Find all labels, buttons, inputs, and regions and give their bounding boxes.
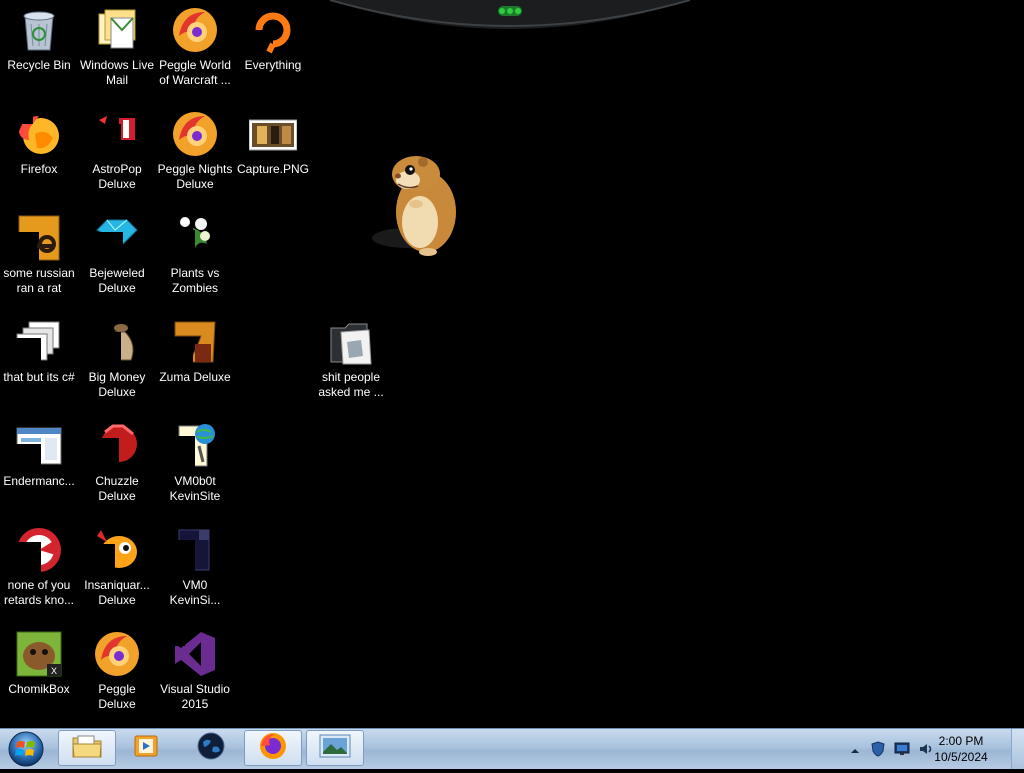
- desktop-icon-label: that but its c#: [3, 370, 75, 384]
- hamster-app-icon: X: [15, 630, 63, 678]
- desktop-icon-label: Everything: [244, 58, 302, 72]
- desktop-icon-label: Bejeweled Deluxe: [89, 266, 145, 295]
- desktop-icon-label: Windows Live Mail: [79, 58, 155, 87]
- plant-icon: [171, 214, 219, 262]
- recycle-bin-icon: [15, 6, 63, 54]
- zuma-icon: [171, 318, 219, 366]
- peggle-icon: [171, 6, 219, 54]
- gem-icon: [93, 214, 141, 262]
- search-icon: [249, 6, 297, 54]
- peggle-icon: [171, 110, 219, 158]
- astropop-icon: [93, 110, 141, 158]
- taskbar-firefox-button[interactable]: [244, 730, 302, 766]
- taskbar-media-button[interactable]: [118, 730, 176, 766]
- desktop-icon-plants-vs-zombies[interactable]: Plants vs Zombies: [156, 208, 234, 304]
- desktop-icon-vm0b0t-kevinsite[interactable]: VM0b0t KevinSite: [156, 416, 234, 512]
- desktop-icon-label: Peggle World of Warcraft ...: [159, 58, 231, 87]
- desktop-icon-zuma-deluxe[interactable]: Zuma Deluxe: [156, 312, 234, 408]
- desktop-icon-label: Visual Studio 2015: [160, 682, 230, 711]
- visual-studio-icon: [171, 630, 219, 678]
- globe-icon: [197, 732, 225, 765]
- desktop-icon-label: shit people asked me ...: [318, 370, 384, 399]
- svg-text:X: X: [51, 666, 57, 676]
- desktop-icon-everything[interactable]: Everything: [234, 0, 312, 96]
- system-tray: 2:00 PM 10/5/2024: [834, 729, 1024, 769]
- desktop-icon-label: AstroPop Deluxe: [92, 162, 142, 191]
- taskbar-explorer-button[interactable]: [58, 730, 116, 766]
- folder-icon: [327, 318, 375, 366]
- taskbar-photos-button[interactable]: [306, 730, 364, 766]
- clock-time: 2:00 PM: [938, 734, 984, 748]
- desktop-icon-label: Peggle Nights Deluxe: [157, 162, 233, 191]
- network-monitor-icon[interactable]: [894, 741, 910, 757]
- window-icon: [15, 422, 63, 470]
- image-file-icon: [248, 110, 298, 158]
- desktop-icon-vm0-kevinsite[interactable]: VM0 KevinSi...: [156, 520, 234, 616]
- desktop-icon-label: VM0 KevinSi...: [169, 578, 221, 607]
- desktop-icon-label: Recycle Bin: [7, 58, 71, 72]
- desktop-icon-label: Firefox: [20, 162, 58, 176]
- desktop[interactable]: Recycle Bin Windows Live Mail Peggle World…: [0, 0, 1024, 728]
- media-player-icon: [133, 734, 161, 763]
- desktop-icon-label: none of you retards kno...: [3, 578, 75, 607]
- desktop-icon-label: Endermanc...: [3, 474, 75, 488]
- taskbar: 2:00 PM 10/5/2024: [0, 728, 1024, 769]
- desktop-icon-label: Peggle Deluxe: [98, 682, 136, 711]
- desktop-icon-label: some russian ran a rat: [3, 266, 75, 295]
- desktop-icon-capture-png[interactable]: Capture.PNG: [234, 104, 312, 200]
- desktop-icon-big-money-deluxe[interactable]: Big Money Deluxe: [78, 312, 156, 408]
- money-bag-icon: [93, 318, 141, 366]
- desktop-icon-astropop-deluxe[interactable]: AstroPop Deluxe: [78, 104, 156, 200]
- firefox-icon: [15, 110, 63, 158]
- desktop-icon-insaniquarium-deluxe[interactable]: Insaniquar... Deluxe: [78, 520, 156, 616]
- desktop-icon-label: Zuma Deluxe: [159, 370, 231, 384]
- shield-icon[interactable]: [870, 741, 886, 757]
- mail-icon: [93, 6, 141, 54]
- document-icon: [15, 214, 63, 262]
- desktop-icon-endermanch[interactable]: Endermanc...: [0, 416, 78, 512]
- web-document-icon: [171, 422, 219, 470]
- desktop-icon-shit-people-asked-me[interactable]: shit people asked me ...: [312, 312, 390, 408]
- fish-icon: [93, 526, 141, 574]
- desktop-icon-some-russian-ran-a-rat[interactable]: some russian ran a rat: [0, 208, 78, 304]
- desktop-icon-bejeweled-deluxe[interactable]: Bejeweled Deluxe: [78, 208, 156, 304]
- clock[interactable]: 2:00 PM 10/5/2024: [926, 733, 996, 765]
- shortcut-icon: [15, 318, 63, 366]
- desktop-icon-peggle-world-of-warcraft[interactable]: Peggle World of Warcraft ...: [156, 0, 234, 96]
- desktop-icon-none-of-you-retards-know[interactable]: none of you retards kno...: [0, 520, 78, 616]
- peggle-icon: [93, 630, 141, 678]
- clock-date: 10/5/2024: [934, 750, 988, 764]
- folder-explorer-icon: [72, 733, 102, 764]
- photo-viewer-icon: [319, 733, 351, 764]
- windows-start-icon[interactable]: [4, 730, 48, 768]
- desktop-icon-label: Chuzzle Deluxe: [95, 474, 139, 503]
- desktop-icon-label: Big Money Deluxe: [88, 370, 146, 399]
- taskbar-globe-button[interactable]: [182, 730, 240, 766]
- show-desktop-button[interactable]: [1011, 729, 1024, 769]
- desktop-icon-label: VM0b0t KevinSite: [169, 474, 221, 503]
- firefox-icon: [258, 731, 288, 766]
- desktop-icon-label: Insaniquar... Deluxe: [84, 578, 150, 607]
- show-hidden-icons-icon[interactable]: [850, 743, 866, 759]
- desktop-icon-label: Capture.PNG: [236, 162, 310, 176]
- desktop-icon-peggle-nights-deluxe[interactable]: Peggle Nights Deluxe: [156, 104, 234, 200]
- desktop-icon-recycle-bin[interactable]: Recycle Bin: [0, 0, 78, 96]
- hamster-icon[interactable]: [368, 148, 468, 260]
- desktop-icon-label: ChomikBox: [8, 682, 70, 696]
- red-app-icon: [15, 526, 63, 574]
- desktop-icon-that-but-its-csharp[interactable]: that but its c#: [0, 312, 78, 408]
- top-gadget-icon[interactable]: [329, 0, 691, 34]
- desktop-icon-peggle-deluxe[interactable]: Peggle Deluxe: [78, 624, 156, 720]
- desktop-icon-chuzzle-deluxe[interactable]: Chuzzle Deluxe: [78, 416, 156, 512]
- desktop-icon-windows-live-mail[interactable]: Windows Live Mail: [78, 0, 156, 96]
- chuzzle-icon: [93, 422, 141, 470]
- desktop-icon-chomikbox[interactable]: X ChomikBox: [0, 624, 78, 720]
- desktop-icon-label: Plants vs Zombies: [170, 266, 220, 295]
- desktop-icon-visual-studio-2015[interactable]: Visual Studio 2015: [156, 624, 234, 720]
- dark-document-icon: [171, 526, 219, 574]
- desktop-icon-firefox[interactable]: Firefox: [0, 104, 78, 200]
